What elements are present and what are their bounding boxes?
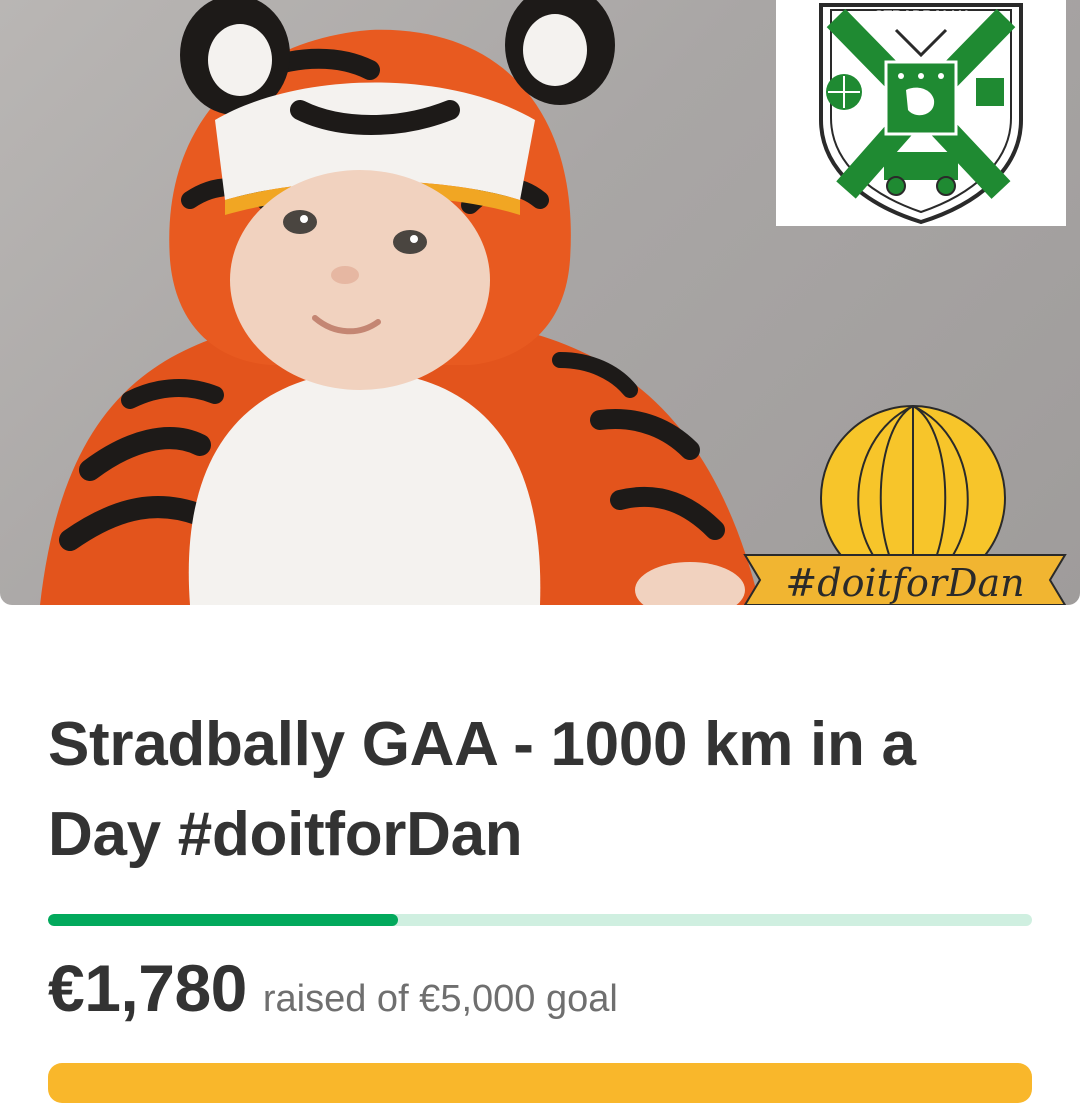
progress-bar-fill: [48, 914, 399, 926]
club-crest: STRADBALLY: [776, 0, 1066, 226]
crest-text: STRADBALLY: [874, 7, 968, 23]
campaign-title: Stradbally GAA - 1000 km in a Day #doitf…: [48, 710, 916, 869]
amount-raised-summary: €1,780 raised of €5,000 goal: [48, 950, 618, 1026]
club-crest-icon: STRADBALLY: [819, 3, 1023, 225]
fundraising-progress-bar: [48, 914, 1032, 926]
goal-text: raised of €5,000 goal: [262, 978, 618, 1020]
amount-raised: €1,780: [48, 951, 247, 1025]
hero-hashtag-text: #doitforDan: [785, 561, 1024, 605]
campaign-hero-image: #doitforDan STRADBALLY: [0, 0, 1080, 605]
donate-button[interactable]: [48, 1063, 1032, 1103]
